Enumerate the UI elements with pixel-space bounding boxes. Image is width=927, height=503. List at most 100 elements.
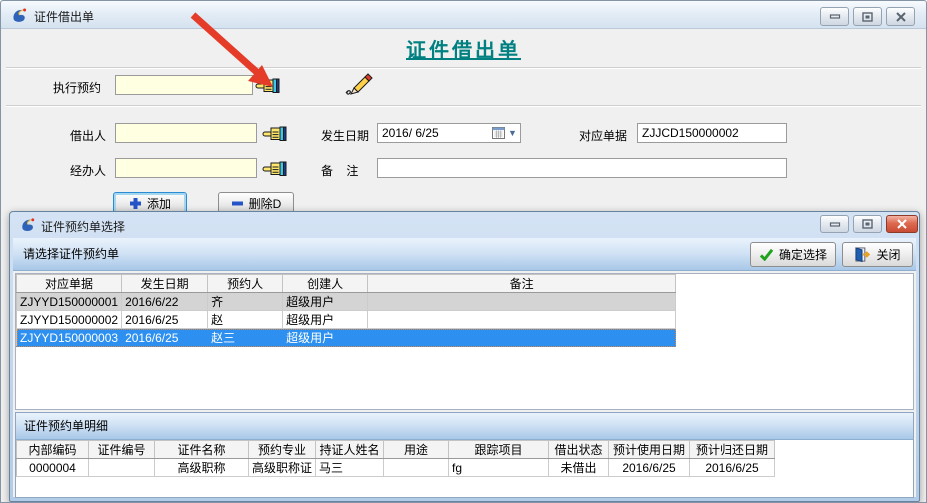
column-header[interactable]: 用途 [384,441,449,459]
reservation-list-panel: 对应单据发生日期预约人创建人备注ZJYYD1500000012016/6/22齐… [15,273,914,410]
main-titlebar: 证件借出单 [1,1,926,29]
table-cell: 高级职称 [155,459,249,477]
dialog-close-action-button[interactable]: 关闭 [842,242,913,267]
column-header[interactable]: 预约人 [208,275,283,293]
dialog-minimize-button[interactable] [820,215,849,233]
plus-icon [129,197,142,210]
check-icon [759,248,774,261]
handler-input[interactable] [115,158,257,178]
column-header[interactable]: 对应单据 [17,275,122,293]
table-cell [368,311,676,329]
table-cell: 未借出 [549,459,609,477]
dropdown-caret-icon[interactable]: ▼ [508,128,520,138]
dialog-client-area: 请选择证件预约单 确定选择 关闭 对应单据发生日期预约人创 [13,238,916,497]
separator [6,67,921,69]
column-header[interactable]: 借出状态 [549,441,609,459]
dialog-close-button[interactable] [886,215,918,233]
remark-label: 备 注 [321,163,358,179]
table-cell: 高级职称证 [249,459,316,477]
doc-label: 对应单据 [579,128,627,144]
edit-reservation-button[interactable] [344,73,373,96]
delete-button-label: 删除D [249,195,282,212]
table-cell: 赵三 [208,329,283,347]
column-header[interactable]: 跟踪项目 [449,441,549,459]
dialog-prompt: 请选择证件预约单 [23,238,119,270]
execute-reservation-label: 执行预约 [53,80,101,96]
confirm-select-label: 确定选择 [779,246,827,263]
date-field[interactable]: 2016/ 6/25 ▼ [377,123,521,143]
maximize-icon [862,12,873,22]
execute-reservation-input[interactable] [115,75,253,95]
app-logo-icon [11,7,28,24]
dialog-title: 证件预约单选择 [41,218,125,235]
column-header[interactable]: 证件名称 [155,441,249,459]
date-label: 发生日期 [321,128,369,144]
reservation-detail-panel: 证件预约单明细 内部编码证件编号证件名称预约专业持证人姓名用途跟踪项目借出状态预… [15,412,914,498]
date-value: 2016/ 6/25 [382,126,488,140]
column-header[interactable]: 预约专业 [249,441,316,459]
handler-pick-button[interactable] [262,159,287,178]
table-cell: fg [449,459,549,477]
column-header[interactable]: 备注 [368,275,676,293]
handler-label: 经办人 [70,163,106,179]
exit-door-icon [854,247,871,262]
table-cell: 0000004 [17,459,89,477]
maximize-icon [862,219,873,229]
detail-table-wrap: 内部编码证件编号证件名称预约专业持证人姓名用途跟踪项目借出状态预计使用日期预计归… [16,440,775,477]
hand-select-icon [262,124,287,143]
lender-label: 借出人 [70,128,106,144]
table-cell: 2016/6/25 [609,459,690,477]
detail-section-title: 证件预约单明细 [24,413,108,439]
pencil-edit-icon [344,73,373,96]
dialog-maximize-button[interactable] [853,215,882,233]
doc-input[interactable] [637,123,787,143]
table-cell [368,293,676,311]
dialog-close-action-label: 关闭 [876,246,900,263]
confirm-select-button[interactable]: 确定选择 [750,242,836,267]
main-minimize-button[interactable] [820,7,849,26]
column-header[interactable]: 预计使用日期 [609,441,690,459]
column-header[interactable]: 内部编码 [17,441,89,459]
reservation-detail-table[interactable]: 内部编码证件编号证件名称预约专业持证人姓名用途跟踪项目借出状态预计使用日期预计归… [16,440,775,477]
detail-section-header: 证件预约单明细 [16,413,913,440]
hand-select-icon [255,76,280,95]
column-header[interactable]: 预计归还日期 [690,441,775,459]
minimize-icon [829,12,841,21]
table-row[interactable]: ZJYYD1500000032016/6/25赵三超级用户 [17,329,676,347]
remark-input[interactable] [377,158,787,178]
table-cell: 2016/6/25 [122,329,208,347]
column-header[interactable]: 持证人姓名 [316,441,384,459]
table-cell [384,459,449,477]
reservation-list-table[interactable]: 对应单据发生日期预约人创建人备注ZJYYD1500000012016/6/22齐… [16,274,676,347]
execute-pick-button[interactable] [255,76,280,95]
table-cell: 超级用户 [283,293,368,311]
column-header[interactable]: 创建人 [283,275,368,293]
main-maximize-button[interactable] [853,7,882,26]
hand-select-icon [262,159,287,178]
main-close-button[interactable] [886,7,915,26]
main-window-title: 证件借出单 [34,8,94,25]
lender-input[interactable] [115,123,257,143]
table-cell: 超级用户 [283,311,368,329]
table-row[interactable]: 0000004高级职称高级职称证马三fg未借出2016/6/252016/6/2… [17,459,775,477]
table-row[interactable]: ZJYYD1500000022016/6/25赵超级用户 [17,311,676,329]
calendar-icon [492,127,505,139]
close-icon [897,219,907,229]
table-cell: 超级用户 [283,329,368,347]
close-icon [896,12,906,22]
separator [6,105,921,107]
reservation-dialog: 证件预约单选择 请选择证件预约单 确定选择 [9,211,920,502]
table-cell: 赵 [208,311,283,329]
table-row[interactable]: ZJYYD1500000012016/6/22齐超级用户 [17,293,676,311]
column-header[interactable]: 发生日期 [122,275,208,293]
table-cell: 2016/6/25 [122,311,208,329]
add-button-label: 添加 [147,195,171,212]
column-header[interactable]: 证件编号 [89,441,155,459]
table-cell [89,459,155,477]
table-cell: ZJYYD150000003 [17,329,122,347]
calendar-button[interactable] [488,124,508,142]
table-cell: 齐 [208,293,283,311]
minimize-icon [829,220,841,229]
lender-pick-button[interactable] [262,124,287,143]
table-cell [368,329,676,347]
